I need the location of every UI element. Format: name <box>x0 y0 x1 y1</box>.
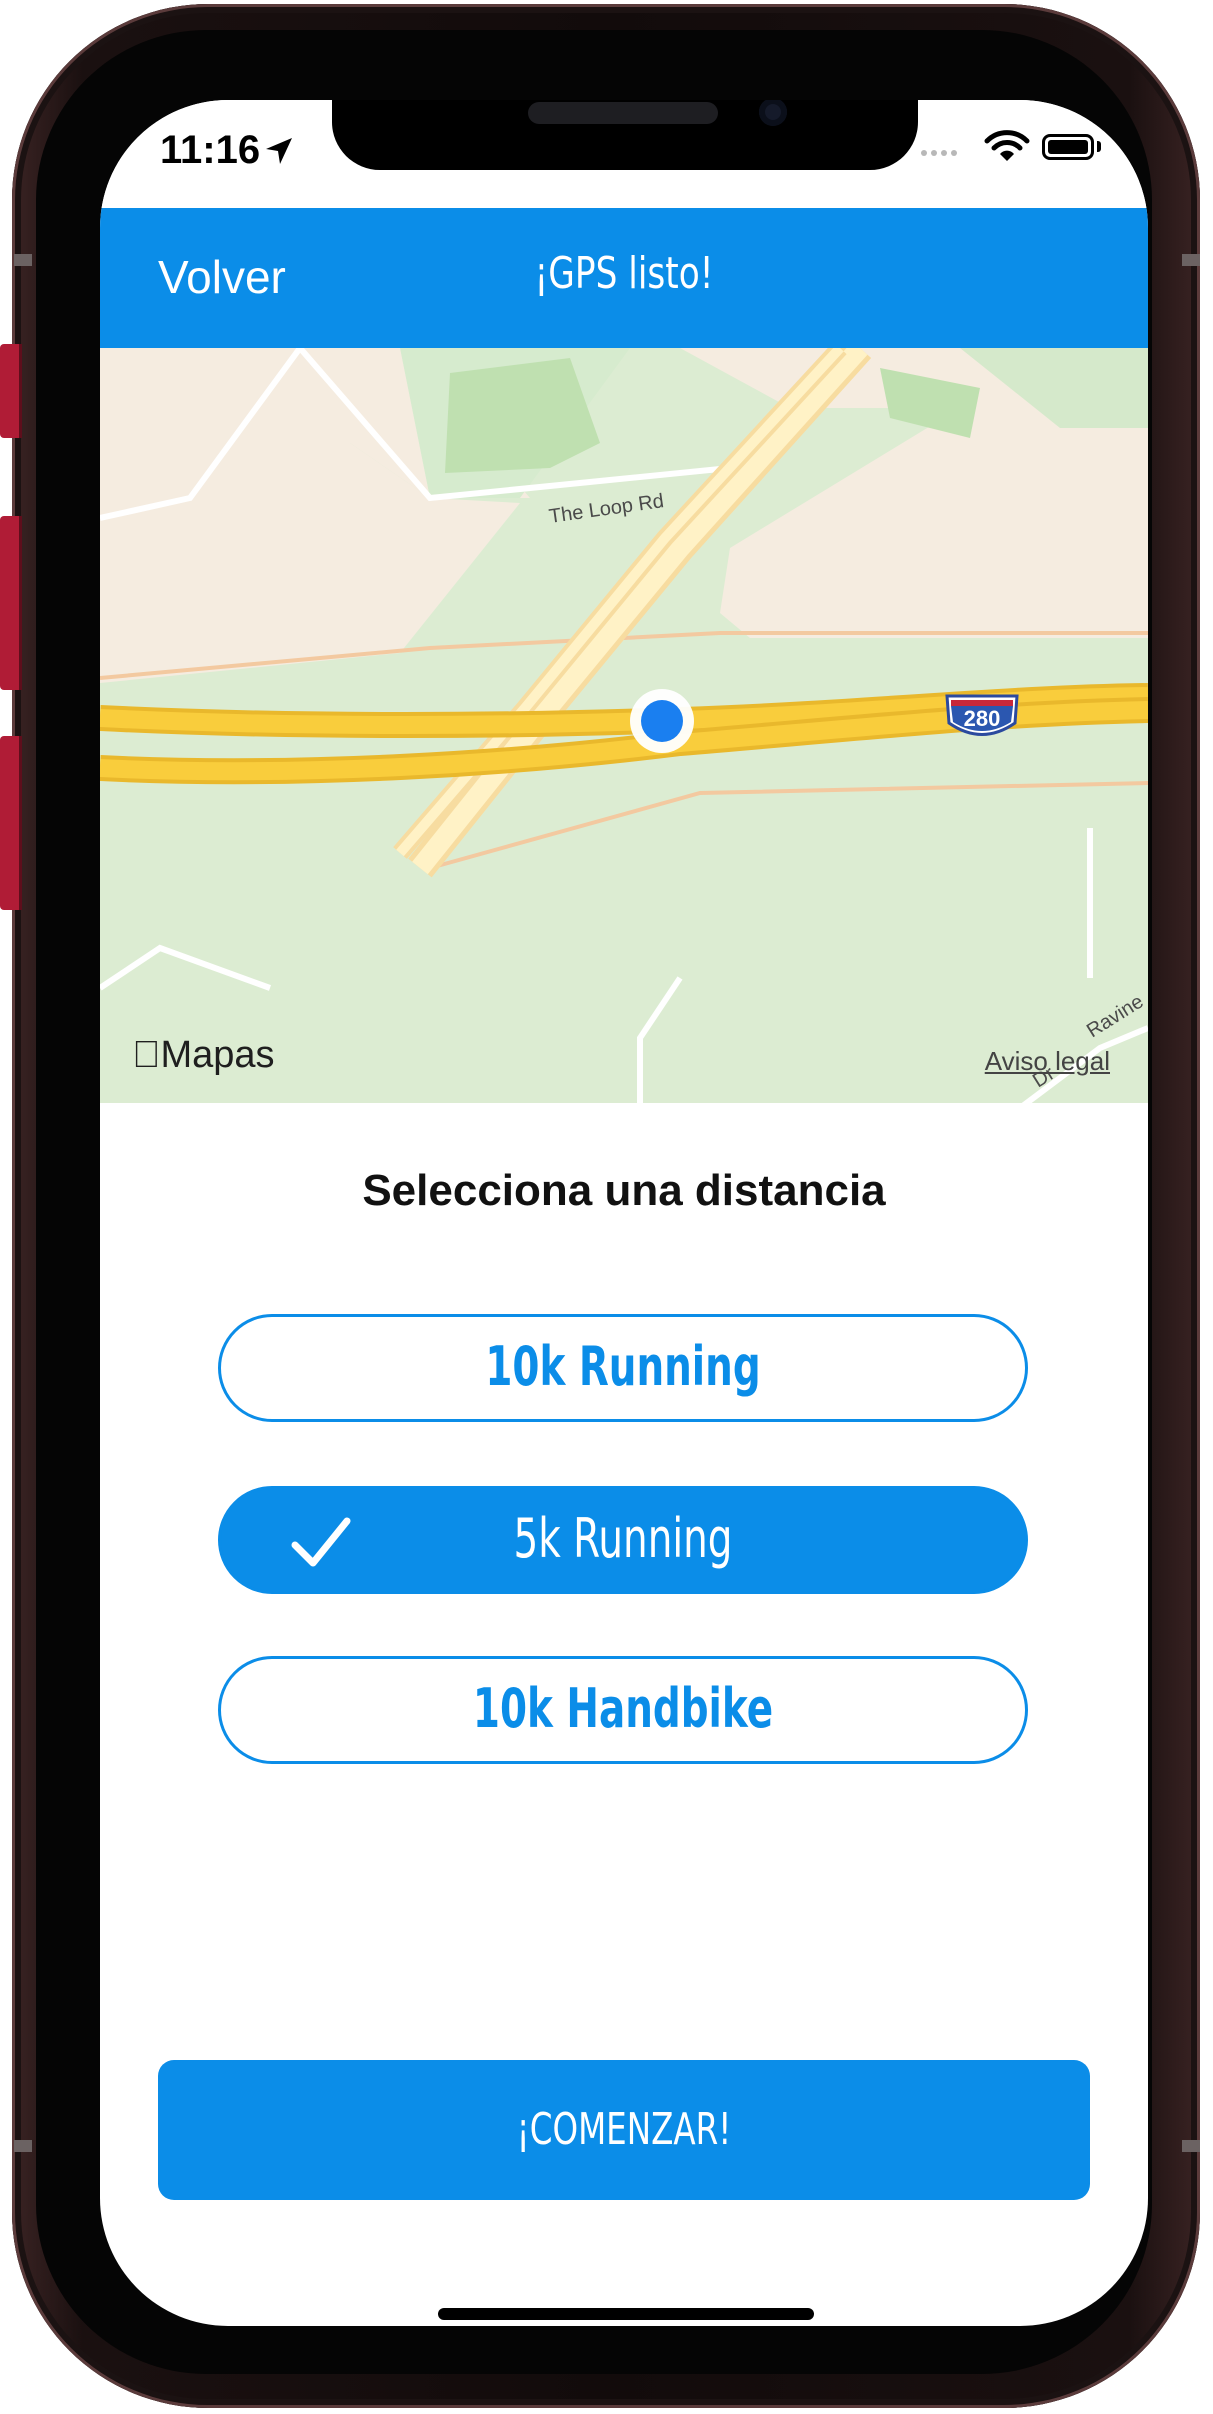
option-5k-running[interactable]: 5k Running <box>218 1486 1028 1594</box>
antenna-line <box>14 254 32 266</box>
option-10k-running[interactable]: 10k Running <box>218 1314 1028 1422</box>
location-arrow-icon <box>266 138 292 164</box>
speaker-grille <box>528 102 718 124</box>
distance-title: Selecciona una distancia <box>362 1166 886 1215</box>
map-canvas: The Loop Rd Ravine Dr 280 <box>100 348 1148 1103</box>
battery-cap <box>1097 141 1101 152</box>
home-indicator[interactable] <box>438 2308 814 2320</box>
option-10k-handbike[interactable]: 10k Handbike <box>218 1656 1028 1764</box>
volume-up-button <box>0 516 22 690</box>
mute-switch <box>0 344 22 438</box>
antenna-line <box>1182 254 1200 266</box>
page-title: ¡GPS listo! <box>534 248 714 299</box>
interstate-shield-icon: 280 <box>945 694 1019 736</box>
legal-link[interactable]: Aviso legal <box>985 1046 1110 1077</box>
volume-down-button <box>0 736 22 910</box>
status-bar: 11:16 <box>100 100 1148 208</box>
start-button-label: ¡COMENZAR! <box>516 2104 732 2155</box>
signal-dots-icon <box>921 150 957 156</box>
option-label: 10k Running <box>485 1335 761 1398</box>
nav-bar: Volver ¡GPS listo! <box>100 208 1148 348</box>
map-view[interactable]: The Loop Rd Ravine Dr 280 Mapas Aviso l… <box>100 348 1148 1103</box>
apple-logo-icon:  <box>132 1034 161 1076</box>
antenna-line <box>14 2140 32 2152</box>
notch <box>332 100 918 170</box>
start-button[interactable]: ¡COMENZAR! <box>158 2060 1090 2200</box>
maps-brand-label: Mapas <box>132 1034 275 1076</box>
shield-number: 280 <box>964 706 1001 731</box>
maps-brand: Mapas <box>132 1034 275 1077</box>
wifi-icon <box>984 130 1030 161</box>
current-location-dot-icon <box>630 689 694 753</box>
status-time: 11:16 <box>160 128 261 172</box>
antenna-line <box>1182 2140 1200 2152</box>
screen: 11:16 Volver ¡GPS listo! The Loop Rd Rav… <box>100 100 1148 2326</box>
battery-icon <box>1042 134 1094 160</box>
option-label: 10k Handbike <box>472 1677 774 1740</box>
front-camera <box>759 100 787 126</box>
option-label: 5k Running <box>513 1507 733 1570</box>
